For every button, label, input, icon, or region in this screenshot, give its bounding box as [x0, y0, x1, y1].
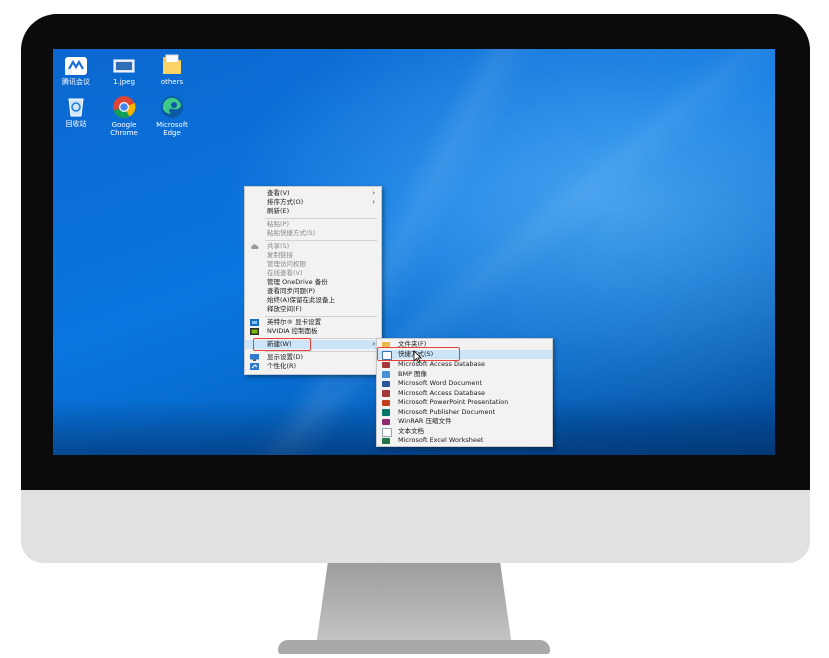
- menu-item-label: 释放空间(F): [267, 305, 302, 313]
- annotation-highlight-new: [253, 338, 311, 351]
- submenu-item-label: Microsoft Access Database: [398, 360, 485, 368]
- menu-item-refresh[interactable]: 刷新(E): [245, 207, 381, 216]
- desktop-icon-label: 腾讯会议: [62, 78, 90, 86]
- menu-item-label: 始终(A)保留在此设备上: [267, 296, 336, 304]
- menu-item-copy-link[interactable]: 复制链接: [245, 251, 381, 260]
- bmp-icon: [382, 371, 390, 378]
- menu-item-paste[interactable]: 粘贴(P): [245, 220, 381, 229]
- nvidia-icon: [250, 328, 259, 335]
- submenu-item-access-database-2[interactable]: Microsoft Access Database: [377, 389, 552, 398]
- mouse-cursor-icon: [413, 350, 422, 363]
- desktop-icon-others[interactable]: others: [150, 53, 194, 86]
- desktop-icon-edge[interactable]: Microsoft Edge: [150, 95, 194, 137]
- menu-divider: [265, 316, 377, 317]
- submenu-item-label: Microsoft PowerPoint Presentation: [398, 398, 509, 406]
- submenu-item-label: 文本文档: [398, 426, 424, 435]
- menu-item-label: 管理访问权限: [267, 260, 306, 268]
- publisher-icon: [382, 409, 390, 416]
- personalize-icon: [250, 363, 259, 370]
- menu-divider: [265, 240, 377, 241]
- desktop-icon-recycle-bin[interactable]: 回收站: [54, 96, 98, 128]
- submenu-item-publisher[interactable]: Microsoft Publisher Document: [377, 408, 552, 417]
- cloud-icon: [251, 244, 259, 249]
- monitor-stand-neck: [316, 563, 512, 646]
- chevron-right-icon: ›: [372, 189, 375, 197]
- chrome-icon: [113, 96, 136, 118]
- menu-item-label: 复制链接: [267, 251, 293, 259]
- submenu-item-access-database[interactable]: Microsoft Access Database: [377, 360, 552, 369]
- menu-item-label: 在线查看(V): [267, 269, 303, 277]
- menu-item-manage-onedrive-backup[interactable]: 管理 OneDrive 备份: [245, 278, 381, 287]
- desktop-icon-chrome[interactable]: Google Chrome: [102, 95, 146, 137]
- menu-item-intel-graphics[interactable]: 英特尔® 显卡设置: [245, 318, 381, 327]
- menu-item-label: 排序方式(O): [267, 198, 304, 206]
- desktop-icon-label: 回收站: [65, 120, 87, 128]
- menu-item-label: 共享(S): [267, 242, 290, 250]
- menu-item-share[interactable]: 共享(S): [245, 242, 381, 251]
- chevron-right-icon: ›: [372, 340, 375, 348]
- menu-item-label: 粘贴快捷方式(S): [267, 229, 316, 237]
- menu-item-label: 查看(V): [267, 189, 290, 197]
- menu-item-display-settings[interactable]: 显示设置(D): [245, 353, 381, 362]
- menu-divider: [265, 351, 377, 352]
- menu-item-label: 粘贴(P): [267, 220, 289, 228]
- desktop-icon-label: 1.jpeg: [113, 78, 135, 86]
- submenu-item-word-document[interactable]: Microsoft Word Document: [377, 379, 552, 388]
- menu-item-nvidia-control-panel[interactable]: NVIDIA 控制面板: [245, 327, 381, 336]
- edge-icon: [161, 96, 183, 118]
- desktop-icon-label: Microsoft Edge: [156, 121, 188, 137]
- menu-item-view[interactable]: 查看(V) ›: [245, 189, 381, 198]
- desktop-icon-label: others: [160, 78, 184, 86]
- menu-item-label: 英特尔® 显卡设置: [267, 318, 322, 326]
- menu-item-paste-shortcut[interactable]: 粘贴快捷方式(S): [245, 229, 381, 238]
- desktop-icon-tencent-meeting[interactable]: 腾讯会议: [54, 56, 98, 86]
- menu-item-label: 管理 OneDrive 备份: [267, 278, 328, 286]
- submenu-item-label: BMP 图像: [398, 369, 428, 378]
- menu-item-label: 查看同步问题(P): [267, 287, 315, 295]
- submenu-item-bmp-image[interactable]: BMP 图像: [377, 370, 552, 379]
- submenu-item-label: WinRAR 压缩文件: [398, 417, 452, 425]
- intel-graphics-icon: [250, 319, 259, 326]
- desktop-icon-jpeg[interactable]: 1.jpeg: [102, 56, 146, 86]
- tencent-meeting-icon: [65, 57, 87, 75]
- menu-item-always-keep-on-device[interactable]: 始终(A)保留在此设备上: [245, 296, 381, 305]
- desktop-icon-label: Google Chrome: [110, 121, 138, 137]
- menu-item-free-up-space[interactable]: 释放空间(F): [245, 305, 381, 314]
- submenu-item-label: Microsoft Excel Worksheet: [398, 436, 484, 444]
- menu-item-manage-access[interactable]: 管理访问权限: [245, 260, 381, 269]
- monitor-chin: [21, 490, 810, 563]
- image-file-icon: [113, 59, 135, 73]
- access-icon: [382, 361, 390, 368]
- submenu-item-label: Microsoft Access Database: [398, 388, 485, 397]
- access-icon: [382, 390, 390, 397]
- folder-icon: [163, 54, 181, 74]
- menu-item-personalize[interactable]: 个性化(R): [245, 362, 381, 371]
- menu-item-sort-by[interactable]: 排序方式(O) ›: [245, 198, 381, 207]
- submenu-item-label: Microsoft Word Document: [398, 379, 483, 387]
- display-icon: [250, 354, 259, 361]
- submenu-item-winrar[interactable]: WinRAR 压缩文件: [377, 417, 552, 426]
- excel-icon: [382, 437, 390, 444]
- menu-item-label: 刷新(E): [267, 207, 290, 215]
- menu-item-view-sync-problems[interactable]: 查看同步问题(P): [245, 287, 381, 296]
- menu-item-label: 个性化(R): [267, 362, 297, 370]
- submenu-item-excel-worksheet[interactable]: Microsoft Excel Worksheet: [377, 436, 552, 445]
- menu-item-label: 显示设置(D): [267, 353, 304, 361]
- chevron-right-icon: ›: [372, 198, 375, 206]
- menu-divider: [265, 218, 377, 219]
- monitor-stand-base: [278, 640, 550, 654]
- recycle-bin-icon: [68, 98, 84, 117]
- submenu-item-label: Microsoft Publisher Document: [398, 407, 496, 416]
- powerpoint-icon: [382, 399, 390, 406]
- submenu-item-text-document[interactable]: 文本文档: [377, 426, 552, 437]
- word-icon: [382, 380, 390, 387]
- submenu-item-powerpoint[interactable]: Microsoft PowerPoint Presentation: [377, 398, 552, 407]
- winrar-icon: [382, 418, 390, 425]
- menu-item-view-online[interactable]: 在线查看(V): [245, 269, 381, 278]
- menu-item-label: NVIDIA 控制面板: [267, 327, 318, 335]
